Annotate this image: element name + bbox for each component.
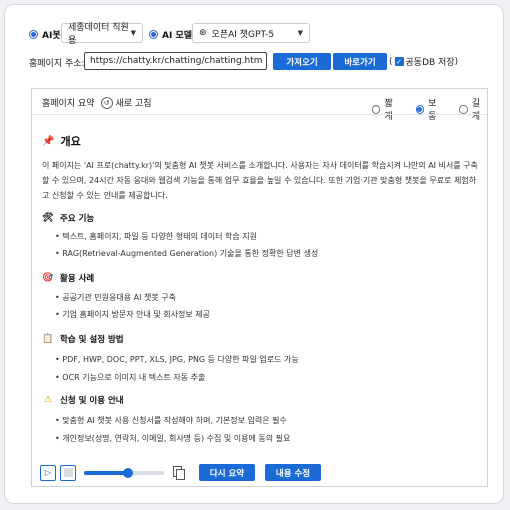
fetch-button[interactable]: 가져오기 [273, 53, 331, 70]
ai-model-select[interactable]: ⊛ 오픈AI 챗GPT-5 ▼ [192, 23, 310, 43]
ai-model-select-value: 오픈AI 챗GPT-5 [211, 29, 275, 40]
length-normal-label: 보통 [428, 99, 437, 122]
summary-title-row: 📌 개요 [42, 133, 478, 149]
summary-label: 홈페이지 요약 [42, 99, 95, 109]
app-window: AI봇 세종데이터 직원용 ▼ AI 모델 ⊛ 오픈AI 챗GPT-5 ▼ 홈페… [4, 4, 504, 504]
section-heading: 활용 사례 [60, 274, 95, 284]
ai-model-group: AI 모델 [149, 28, 192, 41]
slider-fill [84, 470, 128, 475]
resummarize-button[interactable]: 다시 요약 [199, 464, 255, 481]
chevron-down-icon: ▼ [297, 29, 303, 37]
stop-button[interactable] [60, 464, 76, 481]
homepage-label-wrap: 홈페이지 주소: [29, 56, 85, 69]
target-icon: 🎯 [42, 273, 54, 283]
summary-content: 📌 개요 이 페이지는 'AI 프로(chatty.kr)'의 맞춤형 AI 챗… [42, 133, 478, 203]
length-long-radio[interactable] [459, 104, 468, 114]
open-paren: ( [389, 56, 393, 67]
ai-model-radio[interactable] [149, 30, 158, 39]
list-item: • RAG(Retrieval-Augmented Generation) 기술… [55, 249, 319, 258]
ai-model-label: AI 모델 [162, 31, 193, 41]
summary-header: 홈페이지 요약 ↺ 새로 고침 [42, 96, 152, 109]
ai-bot-label: AI봇 [42, 31, 61, 41]
slider-knob[interactable] [123, 467, 133, 478]
clipboard-icon: 📋 [42, 334, 54, 344]
length-short-label: 짧게 [384, 99, 393, 122]
chevron-down-icon: ▼ [130, 29, 136, 37]
length-normal-radio[interactable] [415, 104, 425, 114]
list-item: • 기업 홈페이지 방문자 안내 및 회사정보 제공 [55, 310, 211, 319]
ai-bot-select[interactable]: 세종데이터 직원용 ▼ [61, 23, 143, 46]
playback-toolbar: ▷ 다시 요약 내용 수정 [40, 464, 321, 481]
section-heading: 주요 기능 [60, 214, 95, 224]
homepage-label: 홈페이지 주소: [29, 59, 85, 69]
length-options: 짧게 보통 길게 [372, 96, 487, 122]
tools-icon: 🛠 [42, 213, 54, 223]
section-training: 📋 학습 및 설정 방법 • PDF, HWP, DOC, PPT, XLS, J… [42, 333, 478, 384]
section-heading: 학습 및 설정 방법 [60, 335, 124, 345]
summary-title: 개요 [60, 135, 81, 148]
list-item: • PDF, HWP, DOC, PPT, XLS, JPG, PNG 등 다양… [55, 355, 299, 364]
url-input-value: https://chatty.kr/chatting/chatting.htm [90, 56, 263, 66]
warning-icon: ⚠ [43, 395, 53, 405]
url-input[interactable]: https://chatty.kr/chatting/chatting.htm [84, 52, 267, 70]
volume-slider[interactable] [84, 467, 164, 478]
section-apply: ⚠ 신청 및 이용 안내 • 맞춤형 AI 챗봇 사용 신청서를 작성해야 하며,… [42, 394, 478, 445]
play-button[interactable]: ▷ [40, 464, 56, 481]
ai-bot-select-value: 세종데이터 직원용 [68, 23, 129, 46]
length-short-radio[interactable] [372, 104, 381, 114]
refresh-label[interactable]: 새로 고침 [116, 96, 152, 109]
panel-divider [32, 114, 487, 115]
pushpin-icon: 📌 [42, 135, 55, 147]
close-paren: ) [454, 56, 459, 67]
stop-icon [63, 468, 73, 477]
play-icon: ▷ [44, 468, 52, 477]
list-item: • 텍스트, 홈페이지, 파일 등 다양한 형태의 데이터 학습 지원 [55, 232, 257, 241]
list-item: • OCR 기능으로 이미지 내 텍스트 자동 추출 [55, 373, 206, 382]
section-features: 🛠 주요 기능 • 텍스트, 홈페이지, 파일 등 다양한 형태의 데이터 학습 … [42, 212, 478, 260]
list-item: • 맞춤형 AI 챗봇 사용 신청서를 작성해야 하며, 기본정보 입력은 필수 [55, 416, 287, 425]
list-item: • 공공기관 민원응대용 AI 챗봇 구축 [55, 293, 176, 302]
goto-button[interactable]: 바로가기 [333, 53, 387, 70]
section-heading: 신청 및 이용 안내 [60, 396, 124, 406]
section-usecases: 🎯 활용 사례 • 공공기관 민원응대용 AI 챗봇 구축 • 기업 홈페이지 방… [42, 272, 478, 321]
ai-bot-group: AI봇 [29, 28, 61, 41]
db-save-group: ( ✓ 공동DB 저장 ) [389, 55, 459, 69]
summary-intro: 이 페이지는 'AI 프로(chatty.kr)'의 맞춤형 AI 챗봇 서비스… [42, 161, 478, 200]
db-save-label: 공동DB 저장 [405, 58, 455, 68]
refresh-icon[interactable]: ↺ [100, 96, 113, 109]
ai-bot-radio[interactable] [29, 30, 38, 39]
length-long-label: 길게 [471, 99, 481, 122]
edit-content-button[interactable]: 내용 수정 [265, 464, 321, 481]
db-save-checkbox[interactable]: ✓ [394, 57, 404, 66]
openai-logo-icon: ⊛ [199, 28, 207, 38]
copy-icon[interactable] [173, 465, 185, 480]
list-item: • 개인정보(성명, 연락처, 이메일, 회사명 등) 수집 및 이용에 동의 … [55, 434, 291, 443]
summary-panel: 홈페이지 요약 ↺ 새로 고침 짧게 보통 길게 📌 개요 이 페이지는 'AI… [31, 88, 488, 487]
